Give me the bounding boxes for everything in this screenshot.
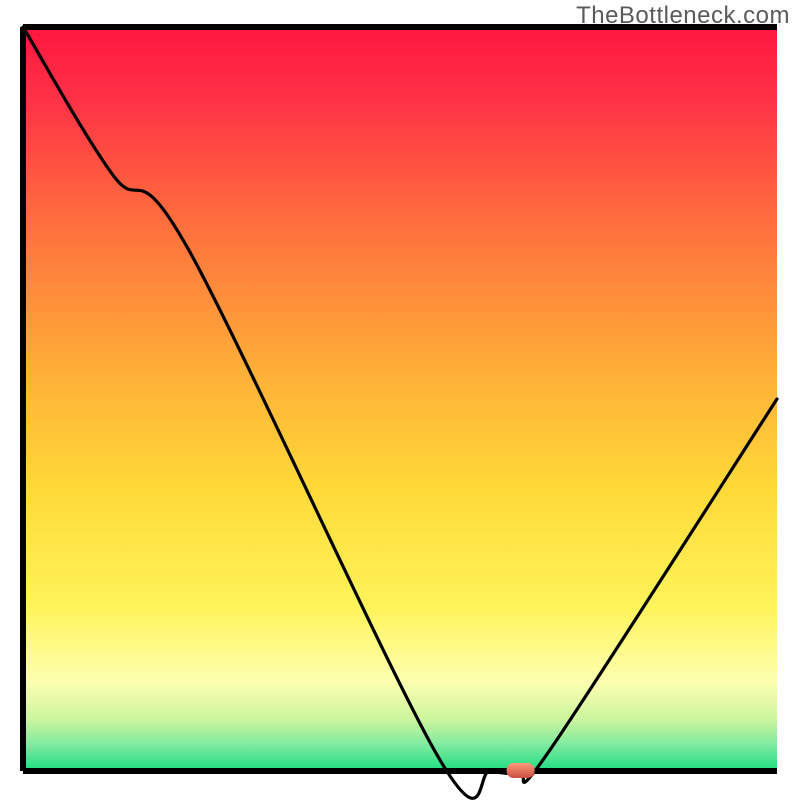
watermark-text: TheBottleneck.com: [576, 2, 790, 30]
chart-container: TheBottleneck.com: [0, 0, 800, 800]
bottleneck-chart: [0, 0, 800, 800]
minimum-marker: [507, 763, 535, 778]
plot-background: [23, 27, 777, 771]
